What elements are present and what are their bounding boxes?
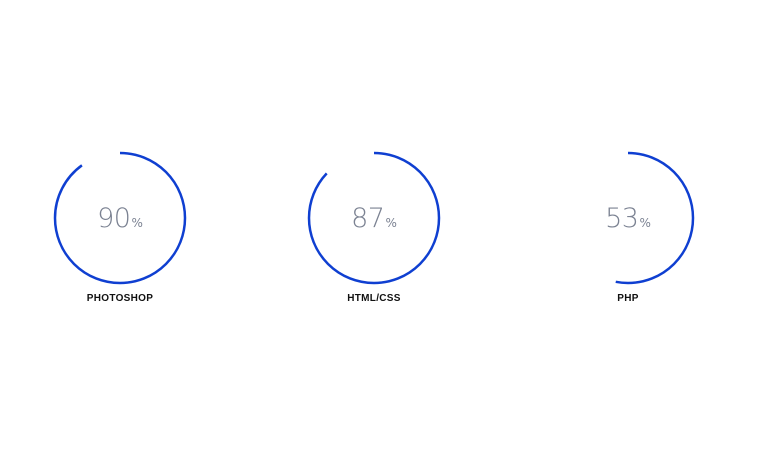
percent-value: 53%	[558, 148, 698, 288]
skill-photoshop: 90% PHOTOSHOP	[50, 148, 190, 318]
skill-label: HTML/CSS	[347, 293, 401, 304]
percent-value: 87%	[304, 148, 444, 288]
skill-html-css: 87% HTML/CSS	[304, 148, 444, 318]
percent-sign: %	[639, 216, 651, 230]
percent-value: 90%	[50, 148, 190, 288]
skill-label: PHP	[617, 293, 639, 304]
skills-section: 90% PHOTOSHOP 87% HTML/CSS 53% PHP	[0, 0, 760, 460]
percent-number: 53	[605, 202, 639, 234]
percent-number: 87	[351, 202, 385, 234]
percent-number: 90	[97, 202, 131, 234]
percent-sign: %	[385, 216, 397, 230]
skill-label: PHOTOSHOP	[86, 293, 154, 304]
percent-sign: %	[131, 216, 143, 230]
skill-php: 53% PHP	[558, 148, 698, 318]
